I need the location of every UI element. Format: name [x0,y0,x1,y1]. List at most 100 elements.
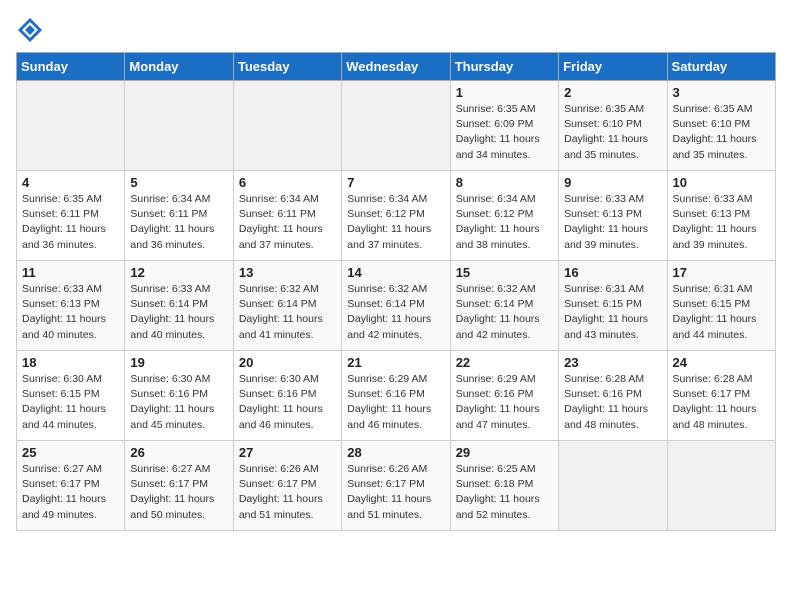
day-number: 3 [673,85,770,100]
calendar-cell: 23Sunrise: 6:28 AM Sunset: 6:16 PM Dayli… [559,351,667,441]
day-info: Sunrise: 6:32 AM Sunset: 6:14 PM Dayligh… [347,282,444,343]
calendar-body: 1 Sunrise: 6:35 AM Sunset: 6:09 PM Daylig… [17,81,776,531]
calendar-cell: 8Sunrise: 6:34 AM Sunset: 6:12 PM Daylig… [450,171,558,261]
calendar-cell: 22 Sunrise: 6:29 AM Sunset: 6:16 PM Dayli… [450,351,558,441]
day-number: 5 [130,175,227,190]
calendar-cell: 17 Sunrise: 6:31 AM Sunset: 6:15 PM Dayli… [667,261,775,351]
day-info: Sunrise: 6:35 AM Sunset: 6:10 PM Dayligh… [564,102,661,163]
day-info: Sunrise: 6:31 AM Sunset: 6:15 PM Dayligh… [673,282,770,343]
day-info: Sunrise: 6:26 AM Sunset: 6:17 PM Dayligh… [239,462,336,523]
day-info: Sunrise: 6:29 AM Sunset: 6:16 PM Dayligh… [456,372,553,433]
weekday-header-sunday: Sunday [17,53,125,81]
weekday-header-thursday: Thursday [450,53,558,81]
calendar-header: SundayMondayTuesdayWednesdayThursdayFrid… [17,53,776,81]
day-number: 24 [673,355,770,370]
calendar-cell: 18 Sunrise: 6:30 AM Sunset: 6:15 PM Dayli… [17,351,125,441]
day-number: 15 [456,265,553,280]
day-number: 10 [673,175,770,190]
day-info: Sunrise: 6:33 AM Sunset: 6:14 PM Dayligh… [130,282,227,343]
weekday-header-row: SundayMondayTuesdayWednesdayThursdayFrid… [17,53,776,81]
calendar-cell: 27Sunrise: 6:26 AM Sunset: 6:17 PM Dayli… [233,441,341,531]
calendar-cell: 15 Sunrise: 6:32 AM Sunset: 6:14 PM Dayli… [450,261,558,351]
day-number: 22 [456,355,553,370]
calendar-cell: 2 Sunrise: 6:35 AM Sunset: 6:10 PM Daylig… [559,81,667,171]
day-number: 21 [347,355,444,370]
day-number: 6 [239,175,336,190]
calendar-cell: 25 Sunrise: 6:27 AM Sunset: 6:17 PM Dayli… [17,441,125,531]
calendar-cell: 24 Sunrise: 6:28 AM Sunset: 6:17 PM Dayli… [667,351,775,441]
day-info: Sunrise: 6:34 AM Sunset: 6:12 PM Dayligh… [347,192,444,253]
day-number: 20 [239,355,336,370]
day-info: Sunrise: 6:33 AM Sunset: 6:13 PM Dayligh… [564,192,661,253]
day-number: 12 [130,265,227,280]
day-info: Sunrise: 6:35 AM Sunset: 6:09 PM Dayligh… [456,102,553,163]
calendar-cell: 14 Sunrise: 6:32 AM Sunset: 6:14 PM Dayli… [342,261,450,351]
day-info: Sunrise: 6:34 AM Sunset: 6:11 PM Dayligh… [130,192,227,253]
day-number: 25 [22,445,119,460]
day-info: Sunrise: 6:27 AM Sunset: 6:17 PM Dayligh… [22,462,119,523]
day-info: Sunrise: 6:25 AM Sunset: 6:18 PM Dayligh… [456,462,553,523]
weekday-header-tuesday: Tuesday [233,53,341,81]
calendar-cell [667,441,775,531]
day-info: Sunrise: 6:30 AM Sunset: 6:15 PM Dayligh… [22,372,119,433]
day-info: Sunrise: 6:28 AM Sunset: 6:17 PM Dayligh… [673,372,770,433]
day-info: Sunrise: 6:31 AM Sunset: 6:15 PM Dayligh… [564,282,661,343]
weekday-header-wednesday: Wednesday [342,53,450,81]
calendar-week-1: 1 Sunrise: 6:35 AM Sunset: 6:09 PM Daylig… [17,81,776,171]
weekday-header-friday: Friday [559,53,667,81]
calendar-cell: 12 Sunrise: 6:33 AM Sunset: 6:14 PM Dayli… [125,261,233,351]
calendar-cell [342,81,450,171]
calendar-week-5: 25 Sunrise: 6:27 AM Sunset: 6:17 PM Dayli… [17,441,776,531]
day-number: 11 [22,265,119,280]
day-number: 28 [347,445,444,460]
day-info: Sunrise: 6:29 AM Sunset: 6:16 PM Dayligh… [347,372,444,433]
calendar-cell: 26 Sunrise: 6:27 AM Sunset: 6:17 PM Dayli… [125,441,233,531]
day-number: 18 [22,355,119,370]
day-number: 9 [564,175,661,190]
calendar-cell: 1 Sunrise: 6:35 AM Sunset: 6:09 PM Daylig… [450,81,558,171]
day-info: Sunrise: 6:35 AM Sunset: 6:11 PM Dayligh… [22,192,119,253]
calendar-cell: 28 Sunrise: 6:26 AM Sunset: 6:17 PM Dayli… [342,441,450,531]
day-number: 19 [130,355,227,370]
calendar-cell [125,81,233,171]
day-number: 23 [564,355,661,370]
day-number: 17 [673,265,770,280]
calendar-cell: 13 Sunrise: 6:32 AM Sunset: 6:14 PM Dayli… [233,261,341,351]
day-info: Sunrise: 6:26 AM Sunset: 6:17 PM Dayligh… [347,462,444,523]
day-info: Sunrise: 6:27 AM Sunset: 6:17 PM Dayligh… [130,462,227,523]
day-info: Sunrise: 6:34 AM Sunset: 6:11 PM Dayligh… [239,192,336,253]
day-number: 14 [347,265,444,280]
calendar-cell: 29 Sunrise: 6:25 AM Sunset: 6:18 PM Dayli… [450,441,558,531]
weekday-header-monday: Monday [125,53,233,81]
calendar-cell: 20 Sunrise: 6:30 AM Sunset: 6:16 PM Dayli… [233,351,341,441]
day-info: Sunrise: 6:33 AM Sunset: 6:13 PM Dayligh… [22,282,119,343]
calendar-cell: 21 Sunrise: 6:29 AM Sunset: 6:16 PM Dayli… [342,351,450,441]
day-number: 2 [564,85,661,100]
day-number: 8 [456,175,553,190]
day-number: 29 [456,445,553,460]
calendar-cell: 6 Sunrise: 6:34 AM Sunset: 6:11 PM Daylig… [233,171,341,261]
calendar-cell: 4Sunrise: 6:35 AM Sunset: 6:11 PM Daylig… [17,171,125,261]
calendar-cell: 3Sunrise: 6:35 AM Sunset: 6:10 PM Daylig… [667,81,775,171]
day-info: Sunrise: 6:30 AM Sunset: 6:16 PM Dayligh… [239,372,336,433]
day-info: Sunrise: 6:33 AM Sunset: 6:13 PM Dayligh… [673,192,770,253]
day-number: 1 [456,85,553,100]
calendar-week-4: 18 Sunrise: 6:30 AM Sunset: 6:15 PM Dayli… [17,351,776,441]
day-info: Sunrise: 6:32 AM Sunset: 6:14 PM Dayligh… [456,282,553,343]
calendar-cell: 11 Sunrise: 6:33 AM Sunset: 6:13 PM Dayli… [17,261,125,351]
calendar-cell: 7Sunrise: 6:34 AM Sunset: 6:12 PM Daylig… [342,171,450,261]
calendar-cell: 19 Sunrise: 6:30 AM Sunset: 6:16 PM Dayli… [125,351,233,441]
day-info: Sunrise: 6:30 AM Sunset: 6:16 PM Dayligh… [130,372,227,433]
calendar-cell [233,81,341,171]
calendar-cell: 10 Sunrise: 6:33 AM Sunset: 6:13 PM Dayli… [667,171,775,261]
calendar-week-2: 4Sunrise: 6:35 AM Sunset: 6:11 PM Daylig… [17,171,776,261]
day-number: 13 [239,265,336,280]
day-number: 26 [130,445,227,460]
day-info: Sunrise: 6:32 AM Sunset: 6:14 PM Dayligh… [239,282,336,343]
weekday-header-saturday: Saturday [667,53,775,81]
day-number: 16 [564,265,661,280]
generalblue-logo-icon [16,16,44,44]
calendar-table: SundayMondayTuesdayWednesdayThursdayFrid… [16,52,776,531]
page-header [16,16,776,44]
logo [16,16,48,44]
